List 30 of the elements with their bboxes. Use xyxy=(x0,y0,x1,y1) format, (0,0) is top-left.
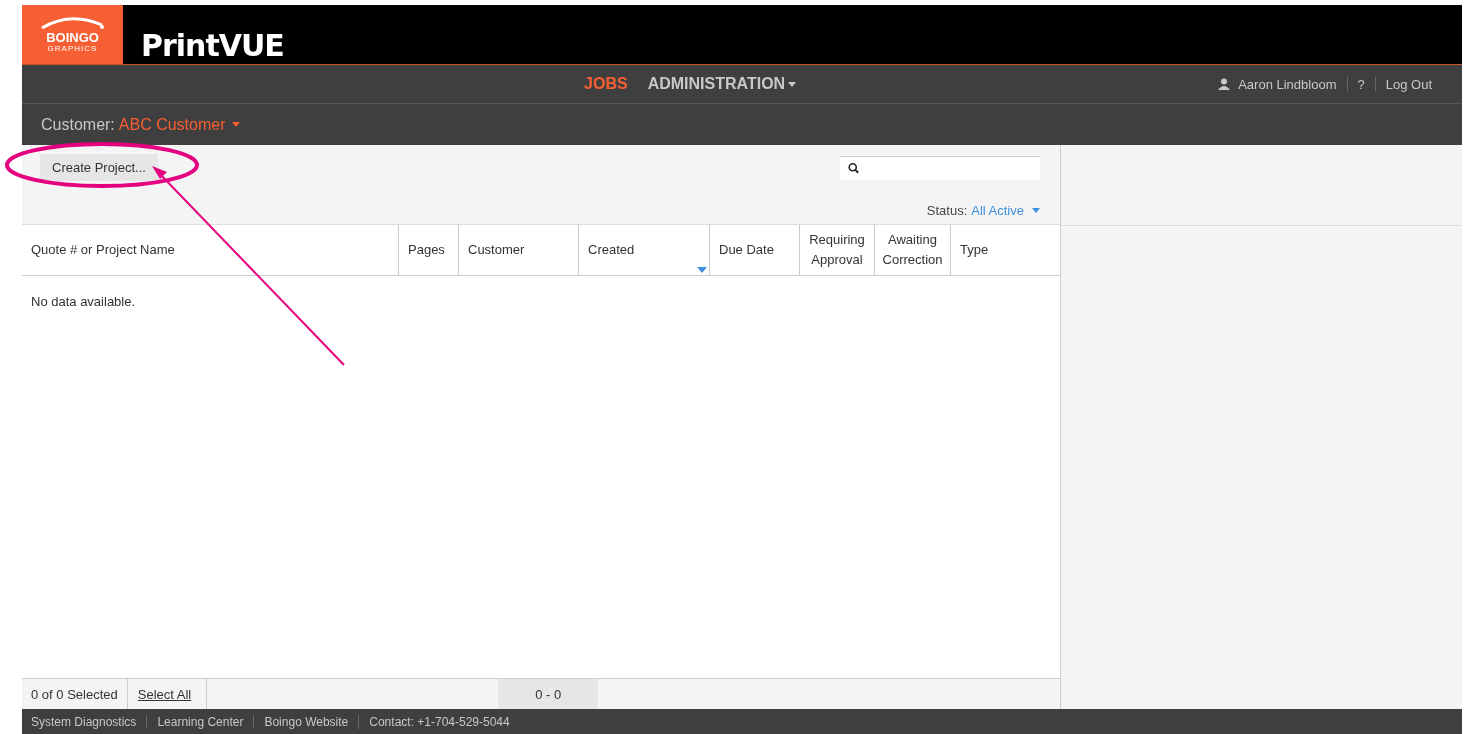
help-link[interactable]: ? xyxy=(1357,76,1365,92)
status-label: Status: xyxy=(926,203,968,218)
column-header[interactable]: Type xyxy=(950,225,1060,275)
footer-link[interactable]: Contact: +1-704-529-5044 xyxy=(369,714,510,729)
logout-link[interactable]: Log Out xyxy=(1385,76,1432,92)
empty-message: No data available. xyxy=(31,294,136,309)
column-header[interactable]: Awaiting Correction xyxy=(874,225,950,275)
column-header[interactable]: Due Date xyxy=(709,225,799,275)
search-field[interactable] xyxy=(840,155,1040,180)
user-icon xyxy=(1218,78,1231,90)
product-name: PrintVUE xyxy=(141,28,284,64)
column-header[interactable]: Created xyxy=(578,225,709,275)
user-link[interactable]: Aaron Lindbloom xyxy=(1218,76,1337,92)
page-range: 0 - 0 xyxy=(498,679,599,709)
caret-icon xyxy=(231,122,240,127)
caret-icon xyxy=(1032,208,1040,213)
footer-link[interactable]: Learning Center xyxy=(157,714,244,729)
footer-link[interactable]: Boingo Website xyxy=(264,714,349,729)
customer-label: Customer: xyxy=(41,115,115,134)
customer-dropdown[interactable]: ABC Customer xyxy=(118,115,240,134)
column-header[interactable]: Quote # or Project Name xyxy=(22,225,398,275)
column-header[interactable]: Requiring Approval xyxy=(799,225,874,275)
create-project-button[interactable]: Create Project... xyxy=(40,154,158,181)
search-icon xyxy=(848,161,859,175)
nav-tab[interactable]: ADMINISTRATION xyxy=(647,75,797,93)
column-header[interactable]: Customer xyxy=(458,225,578,275)
column-header[interactable]: Pages xyxy=(398,225,458,275)
brand-name: BOINGO xyxy=(46,30,99,44)
brand-subtitle: GRAPHICS xyxy=(47,43,98,53)
footer-link[interactable]: System Diagnostics xyxy=(31,714,137,729)
